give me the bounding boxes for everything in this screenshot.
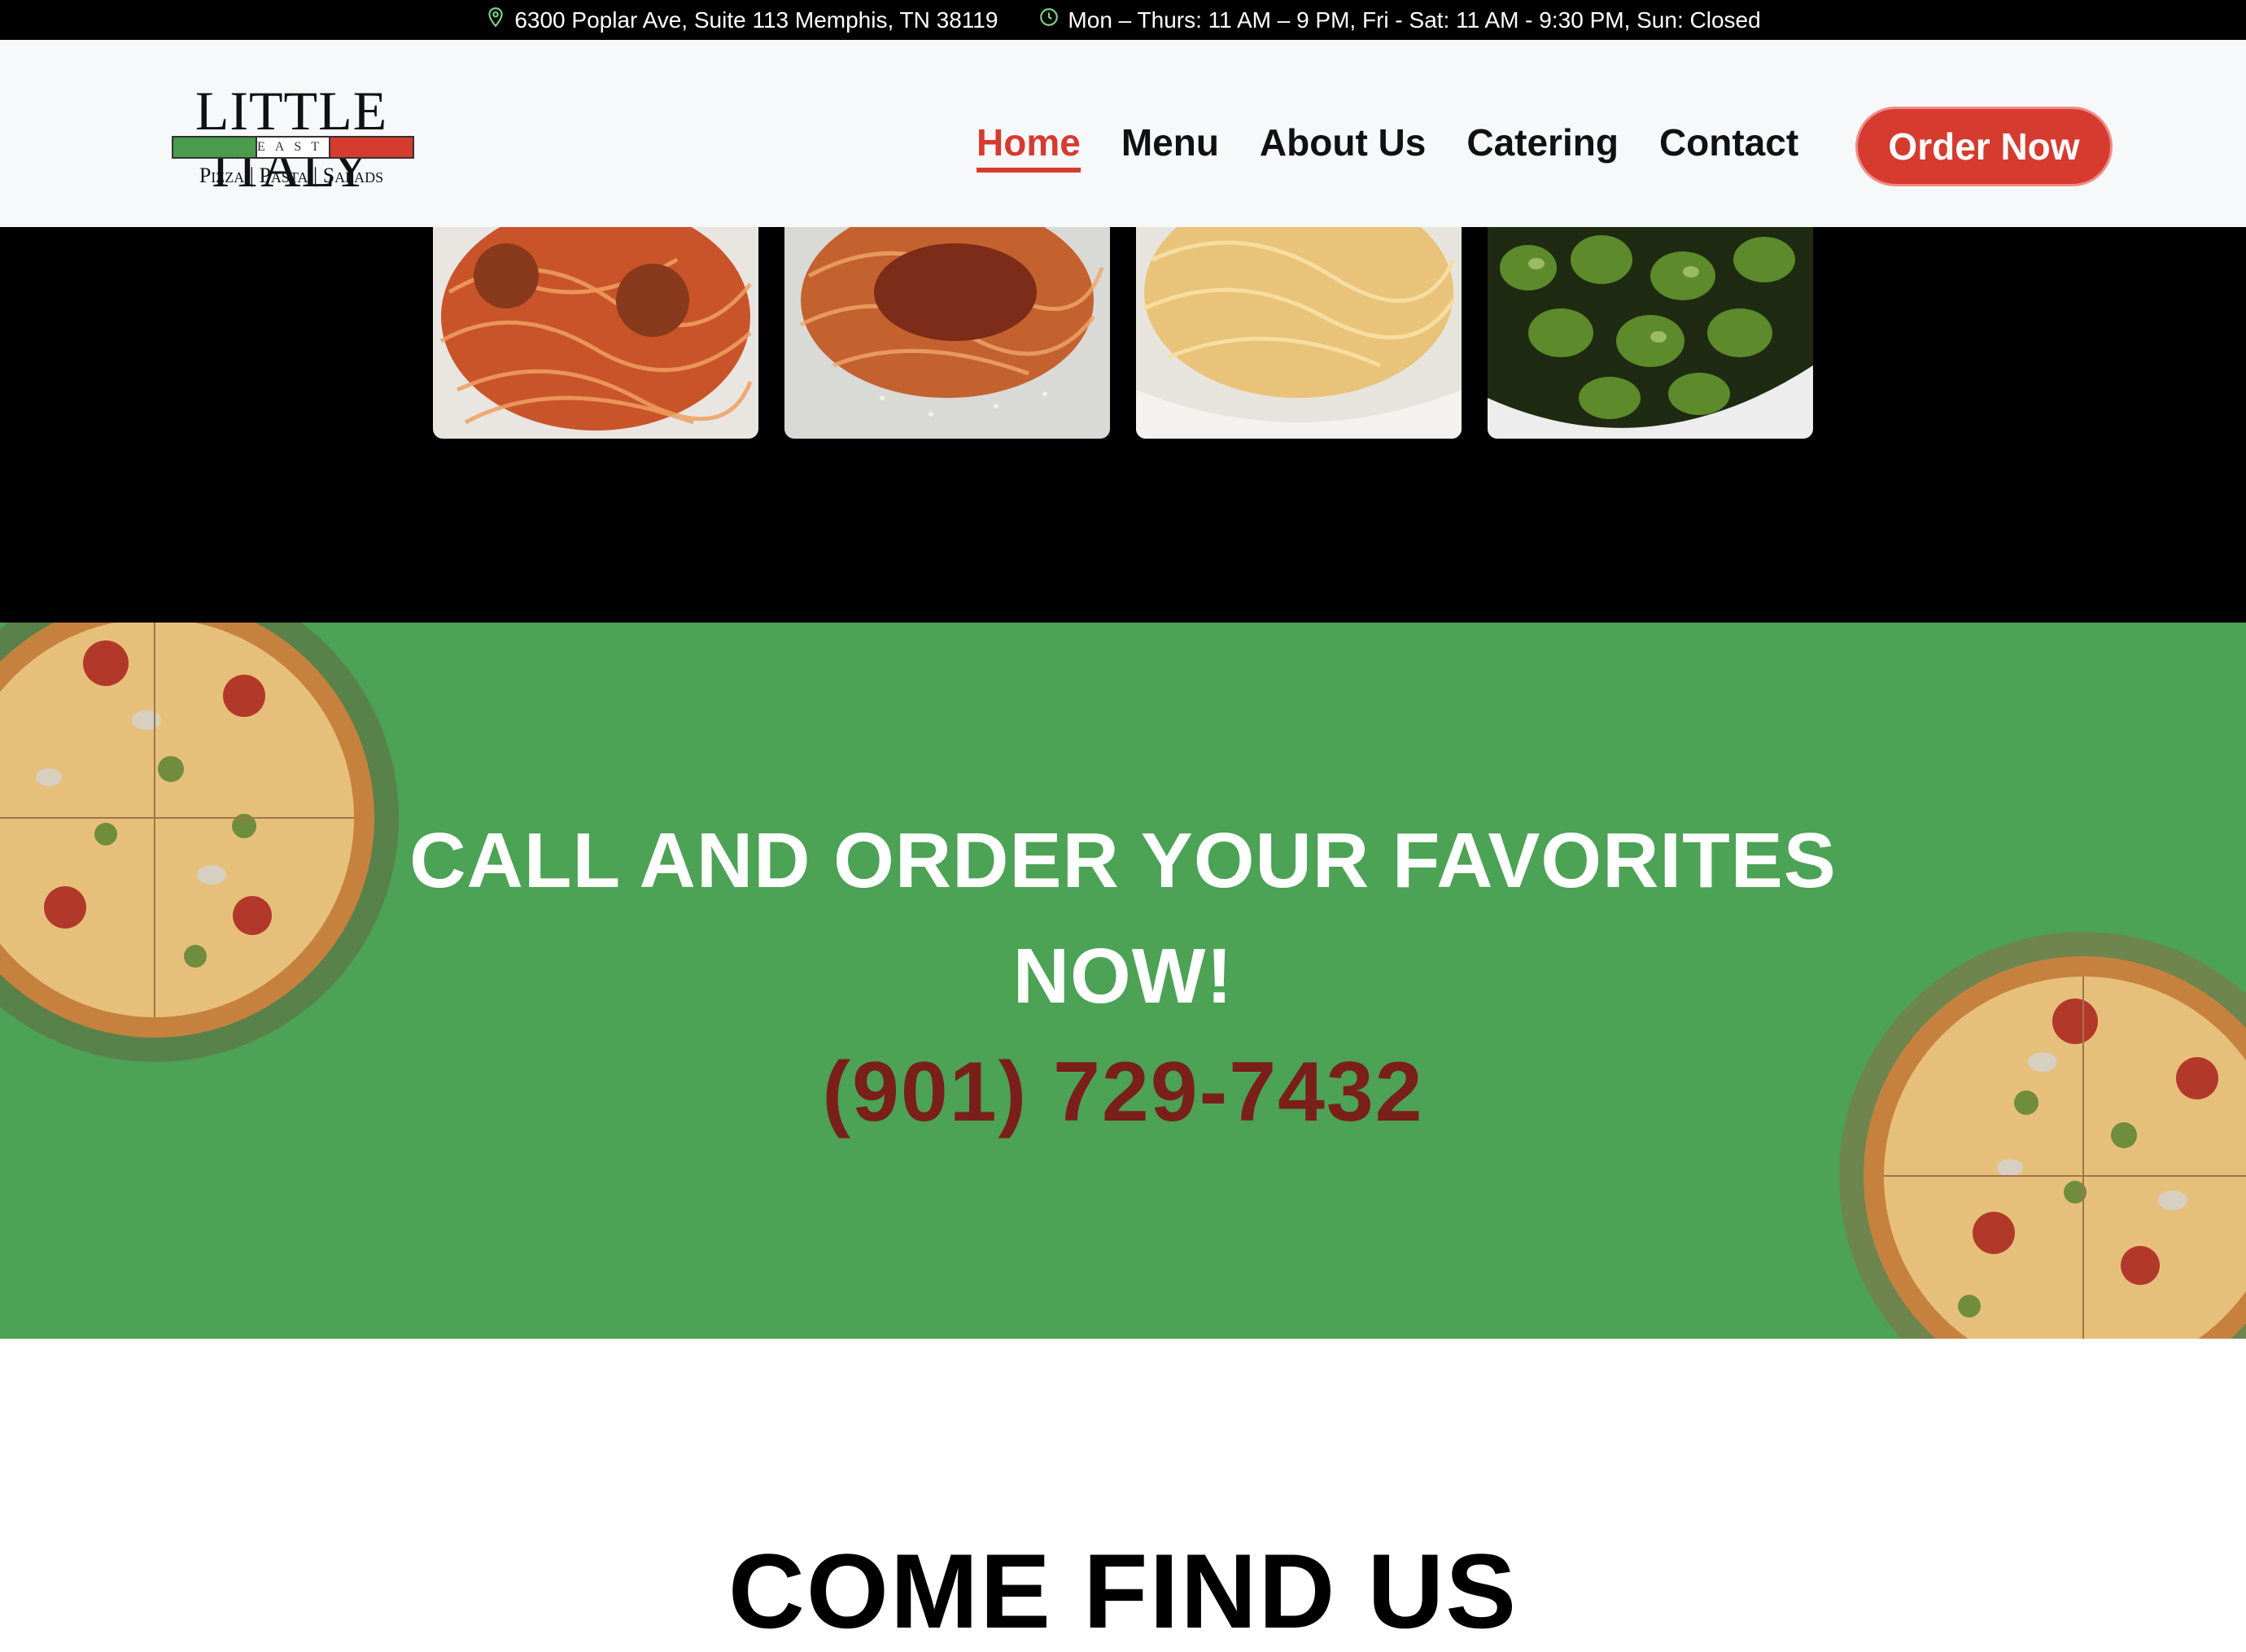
hours-text: Mon – Thurs: 11 AM – 9 PM, Fri - Sat: 11…	[1068, 7, 1761, 33]
clock-icon	[1038, 7, 1060, 33]
nav-contact[interactable]: Contact	[1659, 120, 1798, 164]
spaghetti-carbonara-image[interactable]	[1136, 227, 1462, 439]
address-item: 6300 Poplar Ave, Suite 113 Memphis, TN 3…	[485, 7, 998, 33]
main-nav: Home Menu About Us Catering Contact Orde…	[977, 107, 2113, 186]
spaghetti-bolognese-image[interactable]	[784, 227, 1110, 439]
nav-about[interactable]: About Us	[1260, 120, 1426, 164]
call-to-order-section: CALL AND ORDER YOUR FAVORITES NOW! (901)…	[0, 623, 2246, 1339]
location-pin-icon	[485, 7, 506, 33]
top-info-bar: 6300 Poplar Ave, Suite 113 Memphis, TN 3…	[0, 0, 2246, 40]
spaghetti-meatballs-image[interactable]	[433, 227, 758, 439]
logo-flag: EAST	[172, 136, 414, 159]
hours-item: Mon – Thurs: 11 AM – 9 PM, Fri - Sat: 11…	[1038, 7, 1761, 33]
address-text: 6300 Poplar Ave, Suite 113 Memphis, TN 3…	[514, 7, 998, 33]
food-gallery	[0, 227, 2246, 623]
nav-menu[interactable]: Menu	[1121, 120, 1219, 164]
phone-number-link[interactable]: (901) 729-7432	[0, 1044, 2246, 1141]
logo-tagline: Pizza | Pasta | Salads	[199, 164, 384, 187]
site-logo[interactable]: LITTLE ITALY EAST Pizza | Pasta | Salads	[133, 82, 450, 196]
come-find-us-heading: COME FIND US	[728, 1532, 1518, 1650]
call-heading-line2: NOW!	[1012, 933, 1234, 1020]
gnocchi-pesto-image[interactable]	[1488, 227, 1813, 439]
order-now-button[interactable]: Order Now	[1855, 107, 2113, 186]
nav-home[interactable]: Home	[977, 120, 1081, 173]
logo-sub: EAST	[255, 138, 331, 157]
nav-catering[interactable]: Catering	[1466, 120, 1619, 164]
call-heading-line1: CALL AND ORDER YOUR FAVORITES	[409, 817, 1837, 904]
site-header: LITTLE ITALY EAST Pizza | Pasta | Salads…	[0, 40, 2246, 227]
